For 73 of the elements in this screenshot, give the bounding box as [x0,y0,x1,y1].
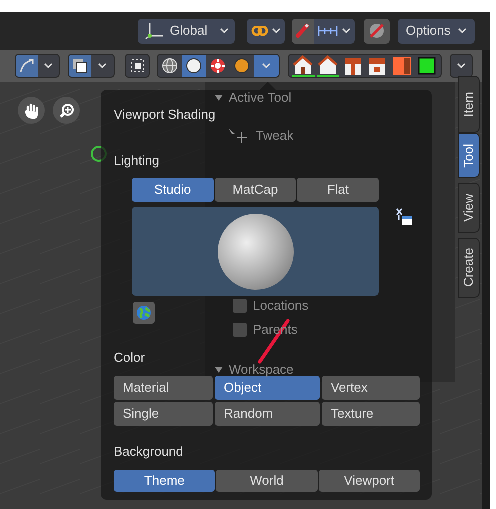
window-house-icon [367,56,388,76]
chevron-down-icon [458,28,467,34]
option-button[interactable]: World [216,470,318,492]
hand-icon [24,102,40,118]
linked-rings-icon [251,26,269,36]
chevron-down-icon [220,28,229,34]
option-button[interactable]: Single [114,402,213,426]
popup-title: Viewport Shading [114,107,217,123]
option-button[interactable]: Theme [114,470,216,492]
chevron-down-icon [342,28,351,34]
crossed-circle-icon [368,22,386,40]
pivot-dropdown[interactable] [247,18,285,44]
sidebar-tab[interactable]: View [458,183,480,233]
house-button[interactable] [292,55,315,77]
cursor-icon [228,128,250,144]
option-button[interactable]: Material [114,376,213,400]
sidebar-tab[interactable]: Create [458,238,480,298]
zoom-button[interactable] [53,97,80,124]
house-icon [318,55,338,75]
checkered-sphere-icon [210,58,226,74]
sidebar-tab[interactable]: Tool [458,133,480,178]
panel-text: Locations [253,297,309,315]
options-dropdown[interactable]: Options [398,18,475,44]
checkbox[interactable] [233,322,247,337]
section-label: Lighting [114,153,161,169]
overlapping-squares-icon[interactable] [69,55,91,77]
sidebar-tab[interactable]: Item [458,76,480,133]
wall-icon [342,56,363,76]
magnet-icon[interactable] [292,18,314,44]
option-button[interactable]: Vertex [322,376,420,400]
snap-control[interactable] [292,18,355,44]
house-icon [293,55,314,75]
section-label: Color [114,350,146,366]
globe-icon [136,305,152,321]
shaded-sphere-icon [234,58,250,74]
solid-sphere-icon [186,58,202,74]
orientation-dropdown[interactable]: Global [138,18,235,44]
zoom-icon [58,102,74,118]
light-settings-icon[interactable] [395,208,413,226]
option-button[interactable]: MatCap [214,178,296,202]
section-label: Background [114,444,184,460]
chevron-down-icon [44,63,53,69]
option-button[interactable]: Viewport [318,470,420,492]
studio-light-preview[interactable] [132,207,379,296]
chevron-down-icon [272,28,281,34]
chevron-down-icon [98,63,107,69]
option-button[interactable]: Studio [132,178,214,202]
pan-button[interactable] [18,97,45,124]
option-button[interactable]: Random [215,402,320,426]
wireframe-sphere-icon [162,58,178,74]
option-button[interactable]: Object [215,376,320,400]
chevron-down-icon [262,63,271,69]
framed-square-icon [416,56,437,76]
dropdown-button[interactable] [450,54,473,78]
door-icon [392,56,412,76]
proportional-edit-button[interactable] [364,18,390,44]
house-button[interactable] [316,55,340,77]
panel-text: Active Tool [229,89,292,107]
triangle-icon [215,366,223,374]
option-button[interactable]: Flat [297,178,379,202]
snap-increment-icon [318,25,338,37]
panel-text: Workspace [229,361,294,379]
transform-axes-icon [144,22,164,40]
shading-mode-button[interactable] [182,55,206,77]
checkbox[interactable] [233,298,247,313]
door-button[interactable] [390,55,414,77]
world-button[interactable] [133,302,155,324]
option-button[interactable]: Texture [322,402,420,426]
select-box-icon [130,58,146,74]
chevron-down-icon [457,63,466,69]
xray-button[interactable] [125,54,150,78]
triangle-icon [215,94,223,102]
panel-text: Tweak [256,127,294,145]
